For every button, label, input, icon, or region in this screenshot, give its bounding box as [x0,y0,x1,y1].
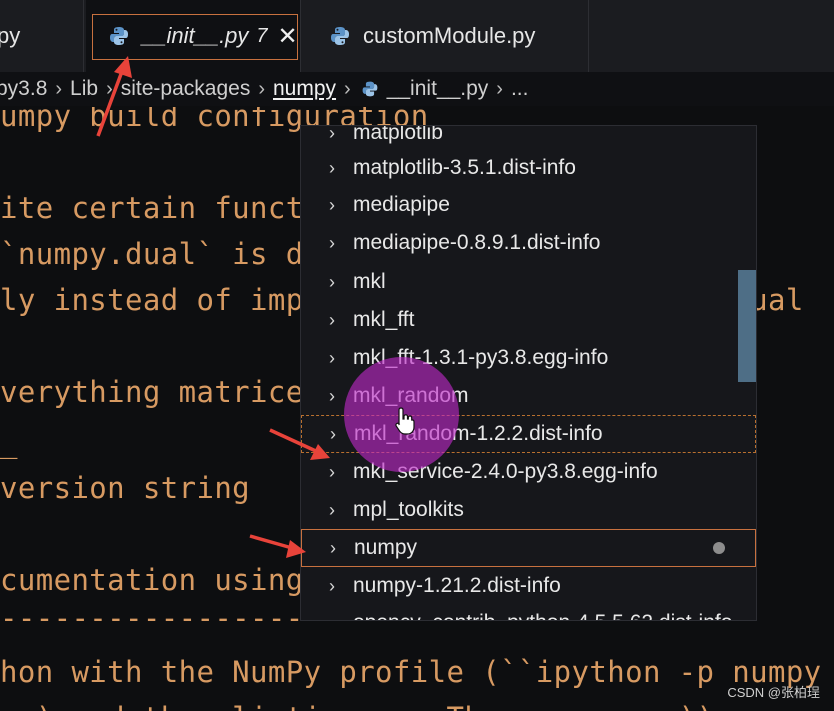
chevron-right-icon: › [329,499,335,520]
breadcrumb-item[interactable]: site-packages [121,77,251,101]
annotation-arrow [269,428,330,460]
chevron-right-icon: › [330,537,336,558]
code-line: _ [0,425,18,459]
list-item-label: mediapipe-0.8.9.1.dist-info [353,231,601,254]
annotation-arrow [96,56,132,137]
python-file-icon [361,80,379,98]
list-item-label: matplotlib [353,125,443,144]
chevron-right-icon: › [329,385,335,406]
list-item-label: mpl_toolkits [353,498,464,521]
breadcrumb-item[interactable]: __init__.py [387,77,489,101]
list-item[interactable]: › mkl_fft [301,301,756,339]
chevron-right-icon: › [329,461,335,482]
tab-label: l.py [0,23,21,48]
list-item-label: opencv_contrib_python-4.5.5.62.dist-info [353,611,732,620]
breadcrumb-item[interactable]: ... [511,77,529,101]
list-item[interactable]: › mediapipe [301,186,756,224]
list-item-label: matplotlib-3.5.1.dist-info [353,156,576,179]
chevron-right-icon: › [496,77,503,100]
breadcrumb-item[interactable]: py3.8 [0,77,47,101]
chevron-right-icon: › [344,77,351,100]
code-line: hon with the NumPy profile (``ipython -p… [0,655,822,689]
python-file-icon [108,25,130,47]
list-item[interactable]: › matplotlib [301,125,756,152]
code-line: ) and then listing ... There are ...)) [0,701,714,711]
breadcrumb-item-active[interactable]: numpy [273,77,336,101]
tab-label: customModule.py [363,23,536,48]
chevron-right-icon: › [258,77,265,100]
code-line: version string [0,471,251,505]
list-item-label: numpy [354,536,418,559]
chevron-right-icon: › [329,157,335,178]
chevron-right-icon: › [329,575,335,596]
modified-dot-icon [713,542,725,554]
chevron-right-icon: › [329,271,335,292]
annotation-arrow [249,534,306,558]
list-item[interactable]: › mkl [301,263,756,301]
chevron-right-icon: › [329,232,335,253]
chevron-right-icon: › [329,309,335,330]
tab-previous-file[interactable]: l.py [0,0,84,72]
chevron-right-icon: › [329,194,335,215]
list-item-selected[interactable]: › numpy [301,529,756,567]
list-item[interactable]: › matplotlib-3.5.1.dist-info [301,149,756,187]
list-item[interactable]: › numpy-1.21.2.dist-info [301,567,756,605]
list-item-label: mkl_fft [353,308,415,331]
python-file-icon [329,25,351,47]
chevron-right-icon: › [329,125,335,143]
dropdown-scrollbar[interactable] [738,270,756,382]
list-item[interactable]: › opencv_contrib_python-4.5.5.62.dist-in… [301,604,756,621]
watermark: CSDN @张柏珵 [727,685,820,700]
hand-pointer-icon [395,407,415,435]
list-item-label: numpy-1.21.2.dist-info [353,574,561,597]
list-item[interactable]: › mpl_toolkits [301,491,756,529]
chevron-right-icon: › [329,347,335,368]
tab-custom-module[interactable]: customModule.py [303,0,589,72]
chevron-right-icon: › [325,613,339,621]
chevron-right-icon: › [55,77,63,100]
list-item-label: mediapipe [353,193,450,216]
list-item[interactable]: › mediapipe-0.8.9.1.dist-info [301,224,756,262]
list-item-label: mkl [353,270,386,293]
